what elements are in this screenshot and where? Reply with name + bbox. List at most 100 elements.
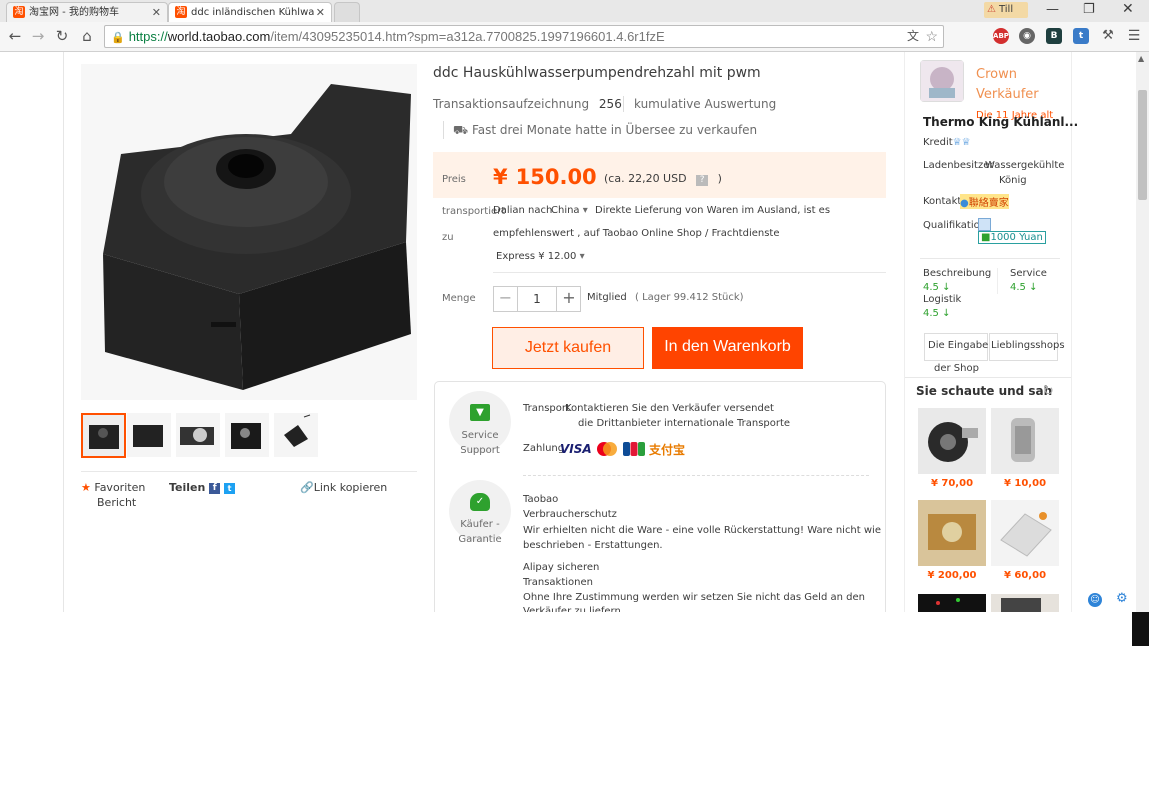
sidebar-border (904, 52, 905, 612)
close-icon[interactable]: ✕ (316, 3, 325, 22)
recommend-item-3[interactable] (918, 500, 986, 566)
enter-shop-button[interactable]: Die Eingabe der Shop (924, 333, 988, 374)
seller-avatar[interactable] (920, 60, 964, 102)
buy-now-button[interactable]: Jetzt kaufen (492, 327, 644, 369)
divider (623, 96, 624, 112)
divider (997, 268, 998, 294)
tools-icon[interactable]: ⚒ (1100, 28, 1116, 44)
thumbnail-1[interactable] (81, 413, 126, 458)
help-icon[interactable]: ? (696, 175, 709, 186)
chat-float-icon[interactable]: ☺ (1088, 593, 1102, 607)
ship-country-select[interactable]: China ▾ (551, 205, 588, 216)
support-label-2: Support (460, 445, 500, 456)
twitter-icon[interactable]: t (224, 482, 236, 494)
translate-icon[interactable]: 文 (907, 26, 919, 47)
url-path: /item/43095235014.htm?spm=a312a.7700825.… (270, 29, 665, 44)
overseas-note: ⛟ Fast drei Monate hatte in Übersee zu v… (453, 123, 757, 139)
express-select[interactable]: Express ¥ 12.00 ▾ (496, 251, 585, 262)
transactions-label: Transaktionsaufzeichnung (433, 97, 590, 111)
b-extension-icon[interactable]: B (1046, 28, 1062, 44)
divider (443, 121, 444, 139)
window-close-icon[interactable]: ✕ (1122, 1, 1134, 17)
recommend-price[interactable]: ¥ 200,00 (918, 570, 986, 581)
stock-info: ( Lager 99.412 Stück) (635, 292, 744, 303)
recommend-item-2[interactable] (991, 408, 1059, 474)
scroll-up-icon[interactable]: ▲ (1138, 54, 1144, 63)
home-icon[interactable]: ⌂ (77, 26, 97, 46)
share-label: Teilen (169, 481, 206, 494)
product-title: ddc Hauskühlwasserpumpendrehzahl mit pwm (433, 65, 761, 81)
shop-name[interactable]: Thermo King Kühlanl... (923, 115, 1078, 129)
chevron-down-icon: ▾ (579, 251, 585, 262)
facebook-icon[interactable]: f (209, 482, 221, 494)
url-host: world.taobao.com (167, 29, 271, 44)
add-to-cart-button[interactable]: In den Warenkorb (652, 327, 803, 369)
recommend-item-1[interactable] (918, 408, 986, 474)
chat-icon: ● (960, 198, 969, 209)
recommend-item-4[interactable] (991, 500, 1059, 566)
shipping-label-2: zu (442, 232, 454, 243)
address-bar[interactable]: 🔒 https://world.taobao.com/item/430952350… (104, 25, 944, 48)
tab-cart[interactable]: 淘淘宝网 - 我的购物车 ✕ (6, 2, 168, 23)
taskbar-fragment (1132, 612, 1149, 646)
certificate-icon (978, 218, 991, 231)
restore-icon[interactable]: ❐ (1083, 2, 1095, 17)
favorite-shop-button[interactable]: Lieblingsshops (989, 333, 1065, 361)
thumbnail-3[interactable] (176, 413, 220, 457)
recommend-item-6[interactable] (991, 594, 1059, 612)
recommend-price[interactable]: ¥ 60,00 (991, 570, 1059, 581)
thumbnail-4[interactable] (225, 413, 269, 457)
rating-service-label: Service (1010, 268, 1047, 279)
minimize-icon[interactable]: — (1046, 2, 1059, 17)
contact-seller-button[interactable]: ●聯絡賣家 (960, 194, 1009, 209)
tab-title: ddc inländischen Kühlwa (191, 7, 315, 18)
quantity-input[interactable]: 1 (518, 287, 556, 311)
link-icon: 🔗 (300, 481, 314, 494)
warning-icon: ⚠ (987, 4, 996, 15)
report-link[interactable]: Bericht (97, 496, 136, 509)
quantity-stepper: − 1 + (493, 286, 581, 312)
reload-icon[interactable]: ↻ (52, 26, 72, 46)
new-tab-button[interactable] (334, 2, 360, 23)
chat-extension-icon[interactable]: ◉ (1019, 28, 1035, 44)
main-product-image[interactable] (81, 64, 417, 400)
close-icon[interactable]: ✕ (152, 3, 161, 22)
star-icon[interactable]: ☆ (925, 26, 938, 47)
seller-name-2[interactable]: Verkäufer (976, 87, 1039, 102)
divider (493, 272, 886, 273)
guarantee-line-5: Alipay sicheren (523, 562, 600, 573)
seller-name-1[interactable]: Crown (976, 67, 1017, 82)
truck-icon: ⛟ (453, 123, 469, 137)
forward-icon[interactable]: → (28, 26, 48, 46)
copy-link-label: Link kopieren (313, 481, 388, 494)
reviews-link[interactable]: kumulative Auswertung (634, 97, 776, 111)
favorites-link[interactable]: ★ Favoriten (81, 481, 145, 494)
qualification-label: Qualifikation (923, 220, 987, 231)
adblock-icon[interactable]: ABP (993, 28, 1009, 44)
recommend-price[interactable]: ¥ 10,00 (991, 478, 1059, 489)
tab-product[interactable]: 淘 ddc inländischen Kühlwa ✕ (168, 2, 332, 23)
back-icon[interactable]: ← (5, 26, 25, 46)
scrollbar-thumb[interactable] (1138, 90, 1147, 200)
thumbnail-5[interactable] (274, 413, 318, 457)
thumbnail-2[interactable] (127, 413, 171, 457)
support-label-1: Service (461, 430, 499, 441)
recommend-item-5[interactable] (918, 594, 986, 612)
rating-description-value: 4.5 (923, 282, 939, 293)
settings-icon[interactable]: ⚙ (1116, 591, 1128, 606)
owner-value-1: Wassergekühlte (985, 160, 1065, 171)
minus-button[interactable]: − (494, 287, 518, 311)
menu-icon[interactable]: ☰ (1126, 28, 1142, 44)
recommend-price[interactable]: ¥ 70,00 (918, 478, 986, 489)
plus-button[interactable]: + (556, 287, 581, 311)
copy-link-button[interactable]: 🔗Link kopieren (300, 481, 387, 494)
sidebar-border (1071, 52, 1072, 612)
credit-label: Kredit (923, 137, 953, 148)
guarantee-line-3: Wir erhielten nicht die Ware - eine voll… (523, 525, 881, 536)
transport-label: Transport (523, 403, 570, 414)
guarantee-line-2: Verbraucherschutz (523, 509, 617, 520)
alipay-icon: 支付宝 (649, 443, 686, 457)
user-badge[interactable]: ⚠ Till (984, 2, 1028, 18)
t-extension-icon[interactable]: t (1073, 28, 1089, 44)
refresh-icon[interactable]: ↻ (1043, 384, 1054, 399)
